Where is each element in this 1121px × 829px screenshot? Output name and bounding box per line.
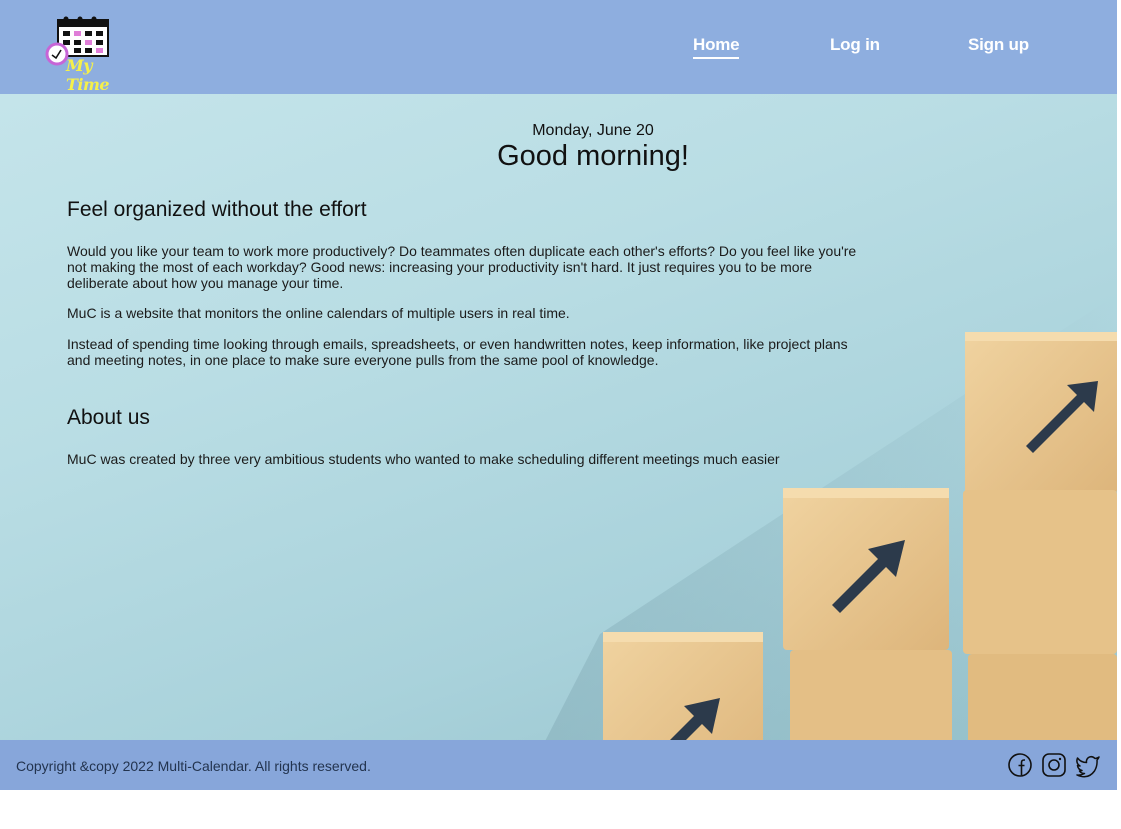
logo-text: My Time — [66, 56, 110, 94]
nav-login-link[interactable]: Log in — [830, 35, 880, 55]
nav-home-link[interactable]: Home — [693, 35, 740, 59]
logo[interactable]: My Time — [44, 14, 136, 94]
features-section: Feel organized without the effort Would … — [67, 198, 857, 368]
features-paragraph-2: MuC is a website that monitors the onlin… — [67, 305, 570, 321]
top-nav: My Time Home Log in Sign up — [0, 0, 1117, 94]
facebook-icon[interactable] — [1007, 752, 1033, 778]
features-title: Feel organized without the effort — [67, 198, 367, 221]
hero-section: Monday, June 20 Good morning! Feel organ… — [0, 94, 1117, 740]
nav-signup-link[interactable]: Sign up — [968, 35, 1029, 55]
features-paragraph-1: Would you like your team to work more pr… — [67, 243, 857, 291]
greeting-heading: Good morning! — [497, 140, 689, 172]
copyright-text: Copyright &copy 2022 Multi-Calendar. All… — [16, 758, 371, 774]
features-paragraph-3: Instead of spending time looking through… — [67, 336, 848, 368]
current-date: Monday, June 20 — [532, 122, 654, 139]
about-paragraph: MuC was created by three very ambitious … — [67, 451, 780, 467]
footer: Copyright &copy 2022 Multi-Calendar. All… — [0, 740, 1117, 790]
about-section: About us MuC was created by three very a… — [67, 406, 857, 467]
page: My Time Home Log in Sign up Monday, June… — [0, 0, 1117, 790]
about-title: About us — [67, 406, 150, 429]
instagram-icon[interactable] — [1041, 752, 1067, 778]
twitter-icon[interactable] — [1075, 752, 1101, 778]
